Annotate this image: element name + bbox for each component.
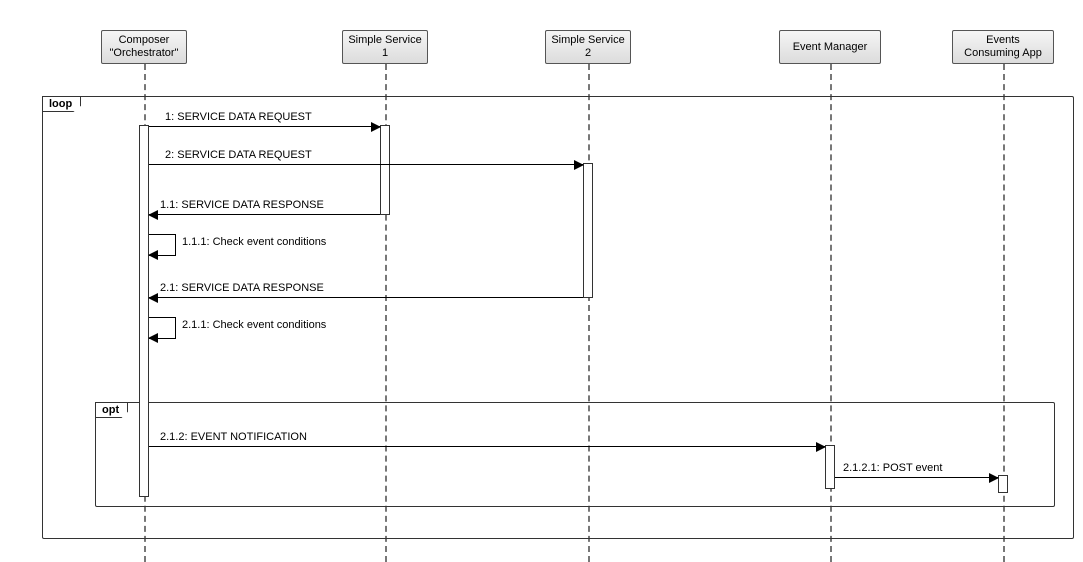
fragment-opt-label: opt — [95, 402, 128, 418]
msg-1-1-label: 1.1: SERVICE DATA RESPONSE — [160, 199, 324, 211]
msg-2-label: 2: SERVICE DATA REQUEST — [165, 149, 312, 161]
activation-consumer — [998, 475, 1008, 493]
msg-1-1-1-label: 1.1.1: Check event conditions — [182, 236, 326, 248]
arrowhead-icon — [148, 293, 158, 303]
msg-2-1-1-label: 2.1.1: Check event conditions — [182, 319, 326, 331]
arrowhead-icon — [989, 473, 999, 483]
sequence-diagram: Composer "Orchestrator" Simple Service 1… — [0, 0, 1083, 562]
msg-1-1-1 — [149, 234, 176, 256]
arrowhead-icon — [148, 250, 158, 260]
participant-composer: Composer "Orchestrator" — [101, 30, 187, 64]
participant-svc1: Simple Service 1 — [342, 30, 428, 64]
arrowhead-icon — [148, 333, 158, 343]
msg-2-1-2-1-label: 2.1.2.1: POST event — [843, 462, 942, 474]
msg-2-1-1 — [149, 317, 176, 339]
participant-evtmgr: Event Manager — [779, 30, 881, 64]
participant-consumer: Events Consuming App — [952, 30, 1054, 64]
msg-2-1-2-1 — [835, 477, 998, 479]
msg-2-1-2-label: 2.1.2: EVENT NOTIFICATION — [160, 431, 307, 443]
msg-2-1-2 — [149, 446, 825, 448]
activation-svc1 — [380, 125, 390, 215]
arrowhead-icon — [371, 122, 381, 132]
activation-evtmgr — [825, 445, 835, 489]
msg-2-1 — [149, 297, 583, 299]
msg-2-1-label: 2.1: SERVICE DATA RESPONSE — [160, 282, 324, 294]
activation-composer — [139, 125, 149, 497]
msg-1 — [149, 126, 380, 128]
activation-svc2 — [583, 163, 593, 298]
arrowhead-icon — [574, 160, 584, 170]
fragment-loop-label: loop — [42, 96, 81, 112]
fragment-opt: opt — [95, 402, 1055, 507]
arrowhead-icon — [148, 210, 158, 220]
msg-1-1 — [149, 214, 380, 216]
msg-1-label: 1: SERVICE DATA REQUEST — [165, 111, 312, 123]
arrowhead-icon — [816, 442, 826, 452]
participant-svc2: Simple Service 2 — [545, 30, 631, 64]
msg-2 — [149, 164, 583, 166]
